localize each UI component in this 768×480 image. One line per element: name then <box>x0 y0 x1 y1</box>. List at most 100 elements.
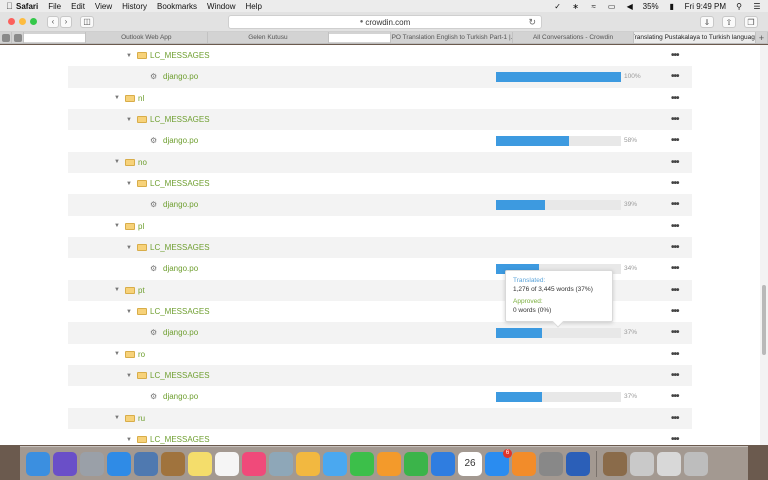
translation-progress-bar[interactable] <box>496 71 621 82</box>
volume-icon[interactable]: ◀ <box>625 2 635 11</box>
tab-pinned-2[interactable] <box>12 32 24 43</box>
tab-all-conversations[interactable]: All Conversations - Crowdin <box>513 32 635 43</box>
calendar-icon[interactable]: 26 <box>458 451 482 476</box>
file-name[interactable]: django.po <box>163 200 198 209</box>
more-options-icon[interactable]: ••• <box>671 178 679 189</box>
more-options-icon[interactable]: ••• <box>671 93 679 104</box>
folder-name[interactable]: nl <box>138 94 144 103</box>
file-name[interactable]: django.po <box>163 392 198 401</box>
expand-caret-icon[interactable]: ▼ <box>126 309 132 315</box>
share-button[interactable]: ⇧ <box>722 16 736 28</box>
folder-row[interactable]: ▼ nl ••• <box>68 88 692 109</box>
menu-view[interactable]: View <box>95 2 112 11</box>
more-options-icon[interactable]: ••• <box>671 157 679 168</box>
folder-row[interactable]: ▼ LC_MESSAGES ••• <box>68 173 692 194</box>
folder-row[interactable]: ▼ LC_MESSAGES ••• <box>68 108 692 131</box>
zoom-window-icon[interactable] <box>30 18 37 25</box>
more-options-icon[interactable]: ••• <box>671 221 679 232</box>
file-row[interactable]: ⚙ django.po 58% ••• <box>68 130 692 151</box>
file-name[interactable]: django.po <box>163 264 198 273</box>
folder-name[interactable]: LC_MESSAGES <box>150 435 210 444</box>
checkmark-status-icon[interactable]: ✓ <box>553 2 563 11</box>
keynote-icon[interactable] <box>431 451 455 476</box>
menu-bookmarks[interactable]: Bookmarks <box>157 2 197 11</box>
folder-row[interactable]: ▼ LC_MESSAGES ••• <box>68 236 692 259</box>
translation-progress-bar[interactable] <box>496 135 621 146</box>
more-options-icon[interactable]: ••• <box>671 242 679 253</box>
menu-app-name[interactable]: Safari <box>16 2 38 11</box>
more-options-icon[interactable]: ••• <box>671 349 679 360</box>
folder-row[interactable]: ▼ ru ••• <box>68 407 692 429</box>
word-icon[interactable] <box>566 451 590 476</box>
apple-menu-icon[interactable]:  <box>6 1 16 11</box>
launchpad-icon[interactable] <box>80 451 104 476</box>
more-options-icon[interactable]: ••• <box>671 135 679 146</box>
scrollbar-track[interactable] <box>760 45 768 445</box>
notes-icon[interactable] <box>188 451 212 476</box>
pages-icon[interactable] <box>377 451 401 476</box>
more-options-icon[interactable]: ••• <box>671 391 679 402</box>
address-bar[interactable]: ● crowdin.com ↻ <box>228 15 542 29</box>
facetime-icon[interactable] <box>350 451 374 476</box>
minimize-window-icon[interactable] <box>19 18 26 25</box>
translation-progress-bar[interactable] <box>496 391 621 402</box>
folder-name[interactable]: pt <box>138 286 145 295</box>
more-options-icon[interactable]: ••• <box>671 434 679 445</box>
folder-name[interactable]: LC_MESSAGES <box>150 179 210 188</box>
siri-icon[interactable] <box>53 451 77 476</box>
folder-row[interactable]: ▼ no ••• <box>68 151 692 173</box>
expand-caret-icon[interactable]: ▼ <box>114 287 120 293</box>
photo-stack-icon[interactable] <box>603 451 627 476</box>
expand-caret-icon[interactable]: ▼ <box>114 415 120 421</box>
tab-outlook[interactable]: Outlook Web App <box>86 32 208 43</box>
translation-progress-bar[interactable] <box>496 327 621 338</box>
tab-gelen-kutusu[interactable]: Gelen Kutusu <box>208 32 330 43</box>
more-options-icon[interactable]: ••• <box>671 370 679 381</box>
notification-center-icon[interactable]: ☰ <box>752 2 762 11</box>
file-row[interactable]: ⚙ django.po 37% ••• <box>68 386 692 407</box>
back-button[interactable]: ‹ <box>47 15 59 28</box>
more-options-icon[interactable]: ••• <box>671 263 679 274</box>
close-window-icon[interactable] <box>8 18 15 25</box>
clock[interactable]: Fri 9:49 PM <box>685 2 726 11</box>
menu-window[interactable]: Window <box>207 2 235 11</box>
file-name[interactable]: django.po <box>163 136 198 145</box>
expand-caret-icon[interactable]: ▼ <box>114 223 120 229</box>
itunes-icon[interactable] <box>242 451 266 476</box>
tab-translating-pustakalaya[interactable]: Translating Pustakalaya to Turkish langu… <box>634 32 756 43</box>
folder-name[interactable]: pl <box>138 222 144 231</box>
spotlight-search-icon[interactable]: ⚲ <box>734 2 744 11</box>
app-store-icon[interactable]: 6 <box>485 448 512 476</box>
folder-name[interactable]: LC_MESSAGES <box>150 371 210 380</box>
menu-edit[interactable]: Edit <box>71 2 85 11</box>
folder-name[interactable]: LC_MESSAGES <box>150 307 210 316</box>
translation-progress-bar[interactable] <box>496 199 621 210</box>
expand-caret-icon[interactable]: ▼ <box>126 437 132 443</box>
file-row[interactable]: ⚙ django.po 39% ••• <box>68 194 692 216</box>
airplay-icon[interactable]: ▭ <box>607 2 617 11</box>
folder-row[interactable]: ▼ LC_MESSAGES ••• <box>68 364 692 387</box>
more-options-icon[interactable]: ••• <box>671 71 679 82</box>
bluetooth-icon[interactable]: ∗ <box>571 2 581 11</box>
expand-caret-icon[interactable]: ▼ <box>114 159 120 165</box>
desktop-folder-icon[interactable] <box>630 451 654 476</box>
folder-row[interactable]: ▼ LC_MESSAGES ••• <box>68 45 692 66</box>
wifi-icon[interactable]: ≈ <box>589 2 599 11</box>
folder-name[interactable]: no <box>138 158 147 167</box>
folder-name[interactable]: LC_MESSAGES <box>150 51 210 60</box>
downloads-stack-icon[interactable] <box>657 451 681 476</box>
expand-caret-icon[interactable]: ▼ <box>114 351 120 357</box>
expand-caret-icon[interactable]: ▼ <box>126 181 132 187</box>
file-row[interactable]: ⚙ django.po 100% ••• <box>68 66 692 88</box>
notebook-icon[interactable] <box>161 451 185 476</box>
tab-hpo-translation[interactable]: HPO Translation English to Turkish Part-… <box>391 32 513 43</box>
folder-name[interactable]: ro <box>138 350 145 359</box>
more-options-icon[interactable]: ••• <box>671 285 679 296</box>
tab-blank-2[interactable] <box>329 32 392 43</box>
more-options-icon[interactable]: ••• <box>671 413 679 424</box>
forward-button[interactable]: › <box>60 15 72 28</box>
more-options-icon[interactable]: ••• <box>671 199 679 210</box>
folder-name[interactable]: LC_MESSAGES <box>150 243 210 252</box>
scrollbar-thumb[interactable] <box>762 285 766 355</box>
more-options-icon[interactable]: ••• <box>671 327 679 338</box>
